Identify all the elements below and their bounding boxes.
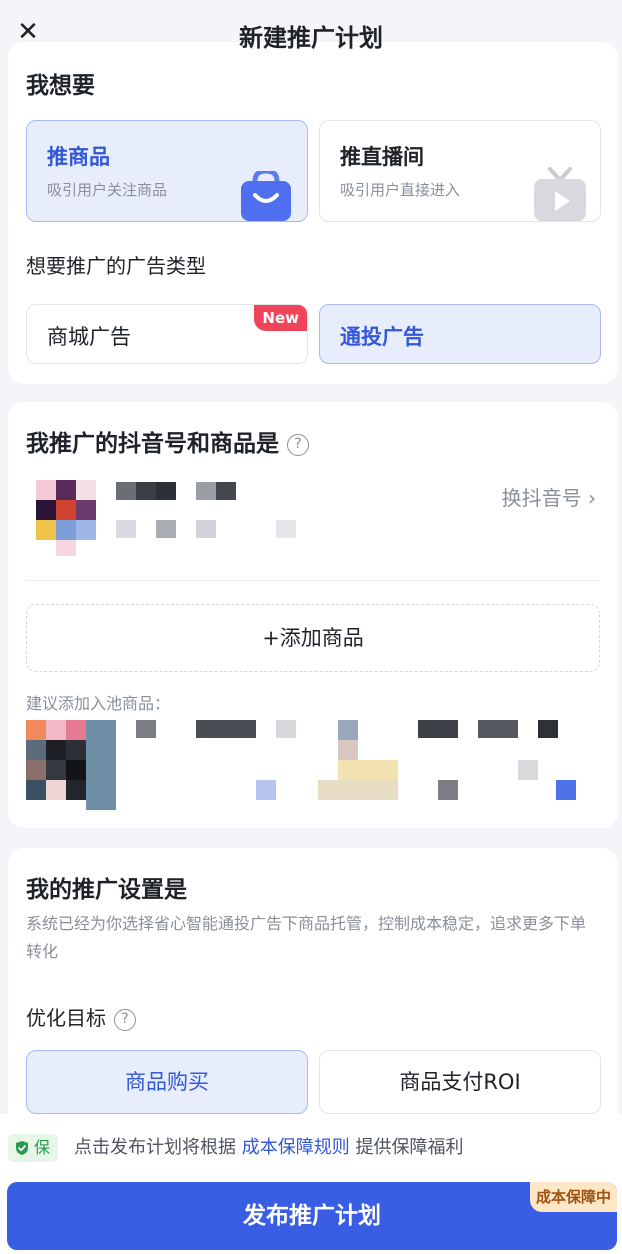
notice-suffix: 提供保障福利 bbox=[355, 1137, 464, 1158]
avatar bbox=[26, 480, 106, 560]
notice-prefix: 点击发布计划将根据 bbox=[74, 1137, 236, 1158]
option-promote-live-room[interactable]: 推直播间 吸引用户直接进入 bbox=[319, 120, 601, 222]
add-product-button[interactable]: +添加商品 bbox=[26, 604, 600, 672]
suggest-products-label: 建议添加入池商品： bbox=[26, 694, 171, 713]
cost-guarantee-badge: 成本保障中 bbox=[529, 1182, 617, 1212]
want-card: 我想要 推商品 吸引用户关注商品 推直播间 吸引用户直接进入 想要推广的广告类型… bbox=[8, 42, 618, 384]
publish-label: 发布推广计划 bbox=[243, 1203, 381, 1229]
option-desc: 吸引用户直接进入 bbox=[340, 181, 461, 199]
new-campaign-page: 我想要 推商品 吸引用户关注商品 推直播间 吸引用户直接进入 想要推广的广告类型… bbox=[0, 0, 622, 1254]
guarantee-notice: 点击发布计划将根据 成本保障规则 提供保障福利 bbox=[74, 1134, 463, 1162]
option-promote-product[interactable]: 推商品 吸引用户关注商品 bbox=[26, 120, 308, 222]
tv-icon bbox=[534, 167, 586, 221]
account-name-blurred bbox=[116, 482, 306, 542]
account-title-text: 我推广的抖音号和商品是 bbox=[26, 431, 279, 457]
help-icon[interactable]: ? bbox=[287, 433, 309, 456]
header: ✕ 新建推广计划 bbox=[0, 0, 622, 52]
ad-type-label-text: 商城广告 bbox=[47, 325, 131, 349]
goal-payment-roi[interactable]: 商品支付ROI bbox=[319, 1050, 601, 1114]
shield-check-icon bbox=[16, 1141, 28, 1155]
shopping-bag-icon bbox=[241, 171, 291, 221]
cost-guarantee-rules-link[interactable]: 成本保障规则 bbox=[242, 1137, 350, 1158]
ad-type-label: 想要推广的广告类型 bbox=[26, 254, 206, 278]
new-badge: New bbox=[254, 305, 307, 331]
switch-account-label: 换抖音号 bbox=[501, 486, 582, 510]
publish-campaign-button[interactable]: 发布推广计划 成本保障中 bbox=[7, 1182, 617, 1250]
settings-card: 我的推广设置是 系统已经为你选择省心智能通投广告下商品托管，控制成本稳定，追求更… bbox=[8, 848, 618, 1138]
ad-type-mall[interactable]: 商城广告 New bbox=[26, 304, 308, 364]
chevron-right-icon: › bbox=[588, 486, 596, 510]
option-desc: 吸引用户关注商品 bbox=[47, 181, 168, 199]
option-title: 推商品 bbox=[47, 145, 110, 169]
optimization-goal-label: 优化目标? bbox=[26, 1002, 136, 1031]
ad-type-general[interactable]: 通投广告 bbox=[319, 304, 601, 364]
optimization-goal-text: 优化目标 bbox=[26, 1006, 106, 1030]
ad-type-label-text: 通投广告 bbox=[340, 325, 424, 349]
suggested-product-1[interactable] bbox=[26, 720, 306, 810]
bottom-bar: 保 点击发布计划将根据 成本保障规则 提供保障福利 发布推广计划 成本保障中 bbox=[0, 1114, 622, 1254]
divider bbox=[26, 580, 600, 581]
switch-account-link[interactable]: 换抖音号 › bbox=[502, 482, 596, 511]
page-title: 新建推广计划 bbox=[239, 24, 383, 52]
help-icon[interactable]: ? bbox=[114, 1008, 136, 1031]
suggested-product-2[interactable] bbox=[318, 720, 598, 810]
guarantee-tag: 保 bbox=[8, 1134, 58, 1162]
settings-description: 系统已经为你选择省心智能通投广告下商品托管，控制成本稳定，追求更多下单转化 bbox=[26, 914, 587, 961]
want-title: 我想要 bbox=[26, 73, 95, 99]
guarantee-tag-text: 保 bbox=[34, 1138, 51, 1157]
goal-product-purchase[interactable]: 商品购买 bbox=[26, 1050, 308, 1114]
option-title: 推直播间 bbox=[340, 145, 424, 169]
settings-title: 我的推广设置是 bbox=[26, 877, 187, 903]
account-card: 我推广的抖音号和商品是? 换抖音号 › +添加商品 建议添加入池商品： bbox=[8, 402, 618, 828]
account-title: 我推广的抖音号和商品是? bbox=[26, 424, 309, 458]
